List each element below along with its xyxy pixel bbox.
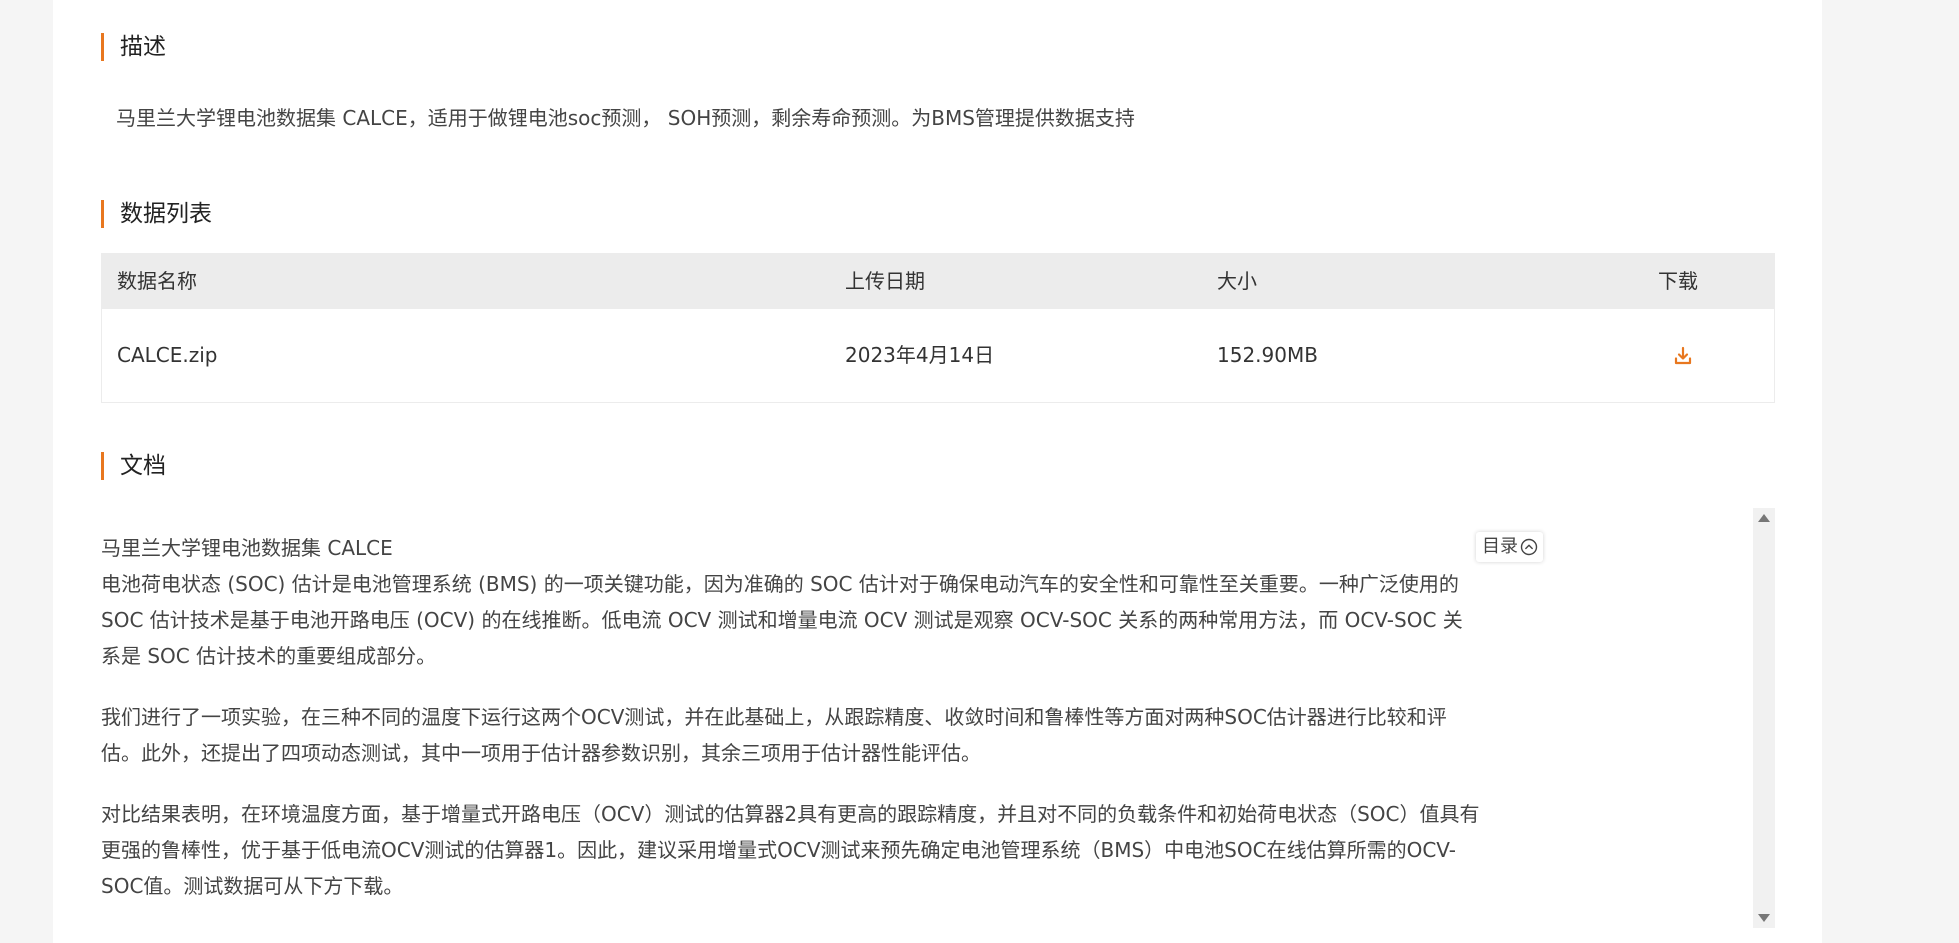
description-text: 马里兰大学锂电池数据集 CALCE，适用于做锂电池soc预测， SOH预测，剩余… (116, 106, 1135, 130)
data-table: 数据名称 上传日期 大小 下载 CALCE.zip 2023年4月14日 152… (101, 253, 1775, 403)
upload-date-cell: 2023年4月14日 (845, 343, 995, 367)
document-content: 马里兰大学锂电池数据集 CALCE 电池荷电状态 (SOC) 估计是电池管理系统… (101, 530, 1481, 929)
column-header-download: 下载 (1658, 269, 1698, 293)
document-scrollbar[interactable] (1753, 508, 1775, 928)
scroll-down-arrow-icon[interactable] (1756, 910, 1772, 926)
table-row: CALCE.zip 2023年4月14日 152.90MB (102, 309, 1774, 402)
table-header-row: 数据名称 上传日期 大小 下载 (102, 254, 1774, 309)
column-header-date: 上传日期 (845, 269, 925, 293)
documents-section-title: 文档 (101, 452, 166, 480)
data-list-section-title: 数据列表 (101, 200, 212, 228)
toc-button[interactable]: 目录 (1476, 532, 1543, 562)
content-panel: 描述 马里兰大学锂电池数据集 CALCE，适用于做锂电池soc预测， SOH预测… (53, 0, 1822, 943)
doc-paragraph-title: 马里兰大学锂电池数据集 CALCE (101, 536, 393, 560)
toc-label: 目录 (1482, 536, 1518, 557)
file-size-cell: 152.90MB (1217, 343, 1318, 367)
file-name-cell: CALCE.zip (117, 343, 218, 367)
doc-paragraph: 对比结果表明，在环境温度方面，基于增量式开路电压（OCV）测试的估算器2具有更高… (101, 802, 1480, 898)
description-section-title: 描述 (101, 33, 166, 61)
chevron-up-circle-icon (1520, 538, 1538, 556)
column-header-name: 数据名称 (117, 269, 197, 293)
scroll-up-arrow-icon[interactable] (1756, 510, 1772, 526)
doc-paragraph: 我们进行了一项实验，在三种不同的温度下运行这两个OCV测试，并在此基础上，从跟踪… (101, 705, 1447, 765)
doc-paragraph: 电池荷电状态 (SOC) 估计是电池管理系统 (BMS) 的一项关键功能，因为准… (101, 572, 1463, 668)
column-header-size: 大小 (1217, 269, 1257, 293)
download-icon[interactable] (1672, 345, 1694, 367)
